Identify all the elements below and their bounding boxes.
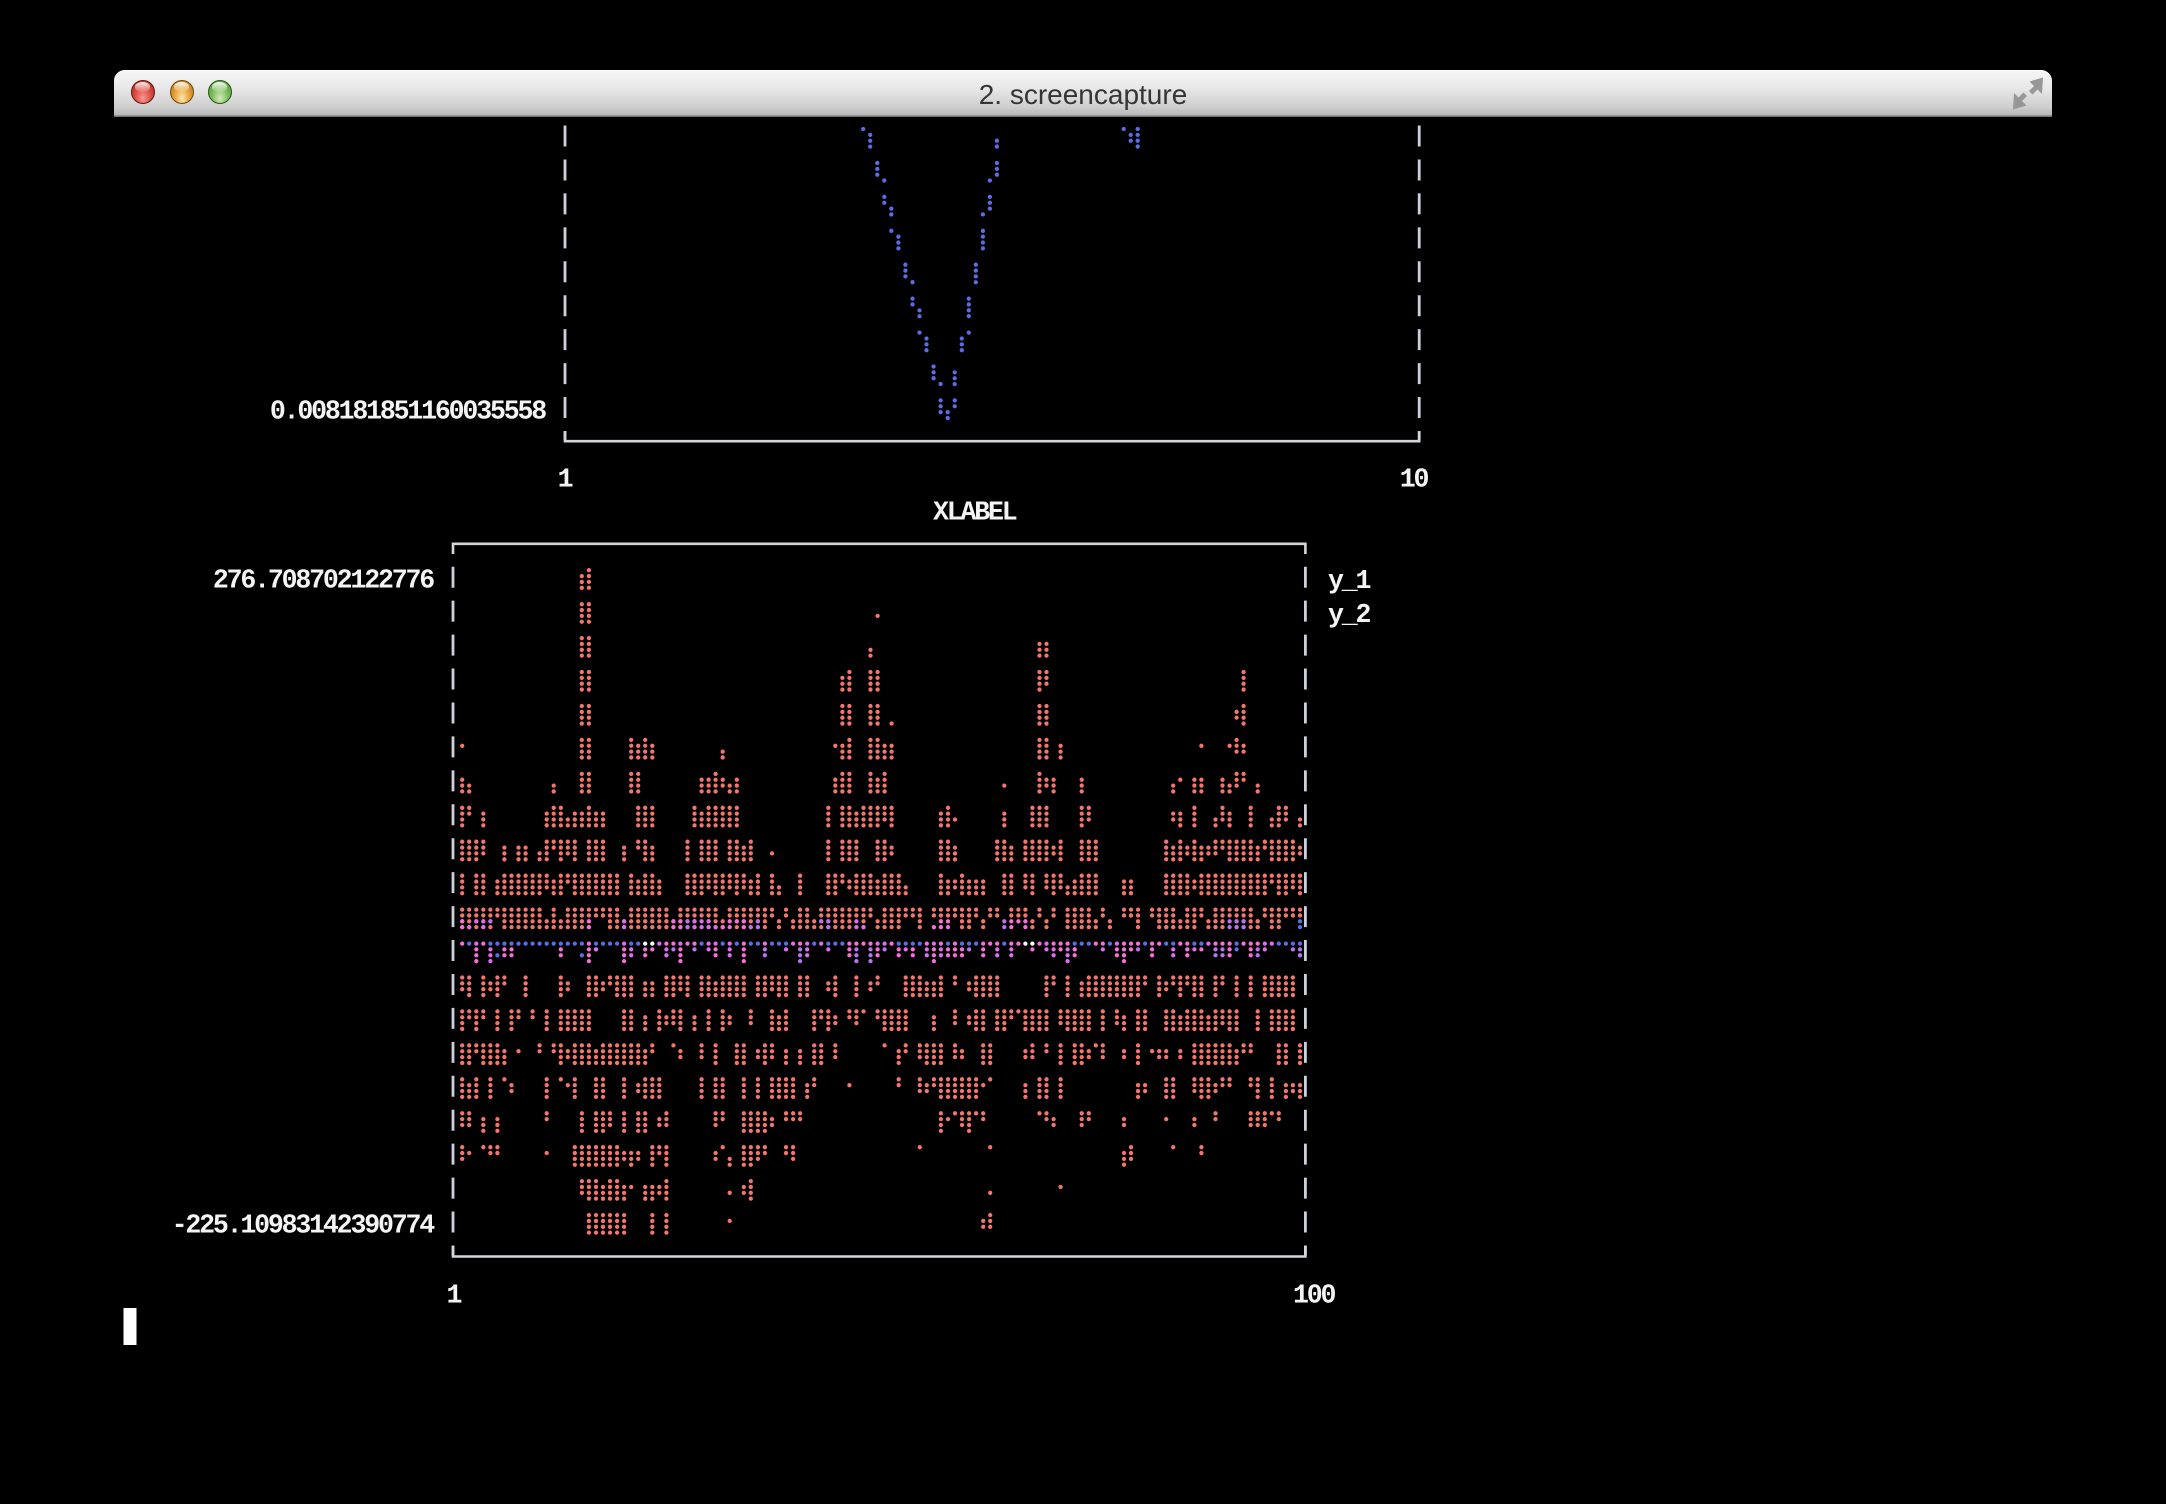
svg-text:100: 100	[1293, 1281, 1336, 1311]
svg-text:y_1: y_1	[1328, 566, 1371, 596]
svg-text:276.708702122776: 276.708702122776	[213, 566, 434, 596]
svg-text:XLABEL: XLABEL	[933, 498, 1017, 528]
svg-text:1: 1	[558, 464, 573, 494]
svg-text:1: 1	[447, 1281, 462, 1311]
svg-text:y_2: y_2	[1328, 600, 1371, 630]
svg-text:0.008181851160035558: 0.008181851160035558	[270, 397, 546, 427]
svg-text:-225.10983142390774: -225.10983142390774	[172, 1211, 436, 1241]
svg-text:10: 10	[1400, 464, 1429, 494]
